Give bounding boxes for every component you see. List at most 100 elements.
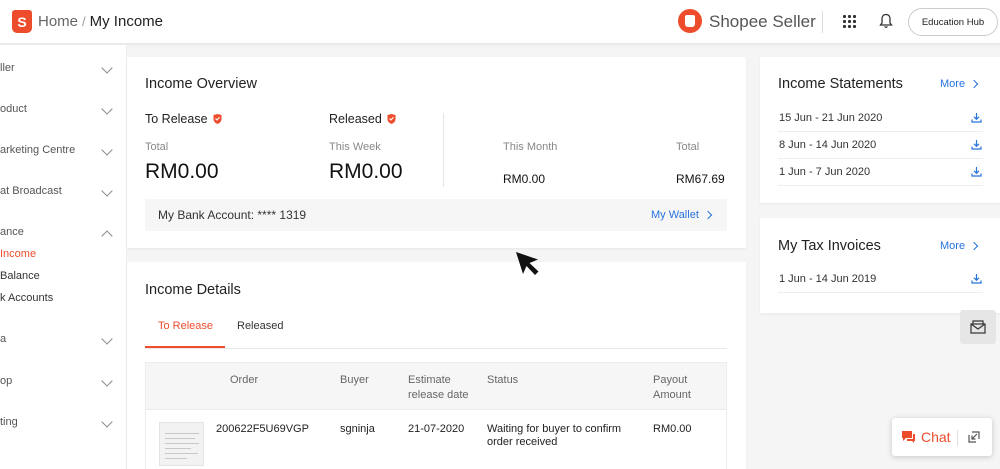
- buyer-name: sgninja: [340, 423, 375, 435]
- download-icon[interactable]: [971, 273, 982, 284]
- chevron-down-icon: [101, 62, 113, 74]
- income-details-panel: Income Details To Release Released Order…: [127, 262, 746, 469]
- mouse-cursor-icon: [516, 252, 539, 275]
- list-item: 1 Jun - 14 Jun 2019: [778, 266, 983, 293]
- sidebar-item-shop[interactable]: op: [0, 375, 127, 387]
- chevron-right-icon: [969, 79, 979, 89]
- chevron-down-icon: [101, 333, 113, 345]
- list-item: 1 Jun - 7 Jun 2020: [778, 159, 983, 186]
- message-button[interactable]: [960, 310, 996, 344]
- sidebar-item-label: ance: [0, 226, 24, 238]
- this-month-label: This Month: [503, 141, 558, 153]
- statements-more-link[interactable]: More: [940, 78, 979, 90]
- download-icon[interactable]: [971, 166, 982, 177]
- this-week-amount: RM0.00: [329, 160, 403, 183]
- tabs-divider: [145, 348, 727, 349]
- tab-released[interactable]: Released: [237, 320, 283, 332]
- download-icon[interactable]: [971, 112, 982, 123]
- top-header: S Home / My Income Shopee Seller Educati…: [0, 0, 1000, 44]
- sidebar-item-product[interactable]: oduct: [0, 103, 127, 115]
- sidebar-item-chat-broadcast[interactable]: at Broadcast: [0, 185, 127, 197]
- table-row[interactable]: 200622F5U69VGP sgninja 21-07-2020 Waitin…: [145, 410, 727, 469]
- column-header-order: Order: [230, 374, 259, 386]
- released-text: Released: [329, 112, 382, 126]
- bank-account-text: My Bank Account: **** 1319: [158, 208, 307, 222]
- sidebar-item-data[interactable]: a: [0, 333, 127, 345]
- release-date: 21-07-2020: [408, 423, 465, 435]
- this-week-label: This Week: [329, 141, 381, 153]
- to-release-total-label: Total: [145, 141, 169, 153]
- breadcrumb: Home / My Income: [38, 13, 163, 30]
- released-total-amount: RM67.69: [676, 172, 725, 186]
- my-wallet-text: My Wallet: [651, 209, 699, 221]
- tax-more-link[interactable]: More: [940, 240, 979, 252]
- sidebar-item-setting[interactable]: ting: [0, 416, 127, 428]
- breadcrumb-current: My Income: [89, 13, 163, 30]
- chevron-down-icon: [101, 416, 113, 428]
- sidebar-item-label: ller: [0, 62, 15, 74]
- table-header: Order Buyer Estimate release date Status…: [145, 362, 727, 410]
- payout-amount: RM0.00: [653, 423, 692, 435]
- chevron-down-icon: [101, 185, 113, 197]
- shopee-guarantee-icon: [387, 114, 396, 124]
- mail-icon: [970, 320, 986, 334]
- sidebar-item-marketing[interactable]: arketing Centre: [0, 144, 127, 156]
- sidebar-item-label: op: [0, 375, 13, 387]
- list-item: 8 Jun - 14 Jun 2020: [778, 132, 983, 159]
- tax-invoice-period: 1 Jun - 14 Jun 2019: [779, 273, 877, 285]
- chat-widget[interactable]: Chat: [892, 418, 992, 456]
- brand-title: Shopee Seller: [709, 12, 816, 31]
- to-release-label: To Release: [145, 112, 222, 126]
- income-statements-title: Income Statements: [778, 76, 903, 92]
- released-label: Released: [329, 112, 396, 126]
- sidebar-item-label: ting: [0, 416, 18, 428]
- product-thumbnail: [159, 422, 204, 466]
- active-tab-indicator: [145, 346, 225, 348]
- chevron-right-icon: [703, 210, 713, 220]
- sidebar-item-label: at Broadcast: [0, 185, 62, 197]
- chevron-down-icon: [101, 375, 113, 387]
- bell-icon[interactable]: [879, 13, 893, 29]
- more-text: More: [940, 78, 966, 90]
- sidebar-item-finance[interactable]: ance: [0, 226, 127, 242]
- tax-invoices-panel: My Tax Invoices More 1 Jun - 14 Jun 2019: [760, 218, 1000, 313]
- chevron-down-icon: [101, 144, 113, 156]
- shopee-logo-icon[interactable]: S: [12, 10, 32, 33]
- column-header-buyer: Buyer: [340, 374, 369, 386]
- sidebar: ller oduct arketing Centre at Broadcast …: [0, 45, 127, 469]
- to-release-amount: RM0.00: [145, 160, 219, 183]
- order-id[interactable]: 200622F5U69VGP: [216, 423, 309, 436]
- sidebar-sub-my-income[interactable]: Income: [0, 248, 36, 260]
- sidebar-item-label: arketing Centre: [0, 144, 76, 156]
- chevron-up-icon: [101, 230, 113, 242]
- sidebar-item-seller[interactable]: ller: [0, 62, 127, 74]
- statement-period: 15 Jun - 21 Jun 2020: [779, 112, 883, 124]
- column-header-release-date: Estimate release date: [408, 374, 469, 401]
- released-total-label: Total: [676, 141, 700, 153]
- column-header-status: Status: [487, 374, 519, 386]
- sidebar-sub-my-balance[interactable]: Balance: [0, 270, 40, 282]
- chat-icon: [902, 431, 915, 443]
- income-overview-title: Income Overview: [145, 76, 258, 92]
- shopee-guarantee-icon: [213, 114, 222, 124]
- tax-invoices-title: My Tax Invoices: [778, 238, 881, 254]
- statement-period: 8 Jun - 14 Jun 2020: [779, 139, 877, 151]
- chevron-down-icon: [101, 103, 113, 115]
- breadcrumb-separator: /: [82, 14, 86, 29]
- breadcrumb-home[interactable]: Home: [38, 13, 78, 30]
- chat-label: Chat: [921, 429, 951, 445]
- apps-grid-icon[interactable]: [843, 15, 856, 28]
- education-hub-button[interactable]: Education Hub: [908, 8, 998, 36]
- my-wallet-link[interactable]: My Wallet: [651, 209, 713, 221]
- to-release-text: To Release: [145, 112, 208, 126]
- download-icon[interactable]: [971, 139, 982, 150]
- minimize-icon[interactable]: [968, 431, 980, 443]
- tab-to-release[interactable]: To Release: [158, 320, 213, 332]
- this-month-amount: RM0.00: [503, 172, 546, 186]
- chevron-right-icon: [969, 241, 979, 251]
- bank-account-bar: My Bank Account: **** 1319 My Wallet: [145, 199, 727, 231]
- more-text: More: [940, 240, 966, 252]
- income-overview-panel: Income Overview To Release Total RM0.00 …: [127, 57, 746, 248]
- header-divider: [822, 11, 823, 33]
- sidebar-sub-bank-accounts[interactable]: k Accounts: [0, 292, 53, 304]
